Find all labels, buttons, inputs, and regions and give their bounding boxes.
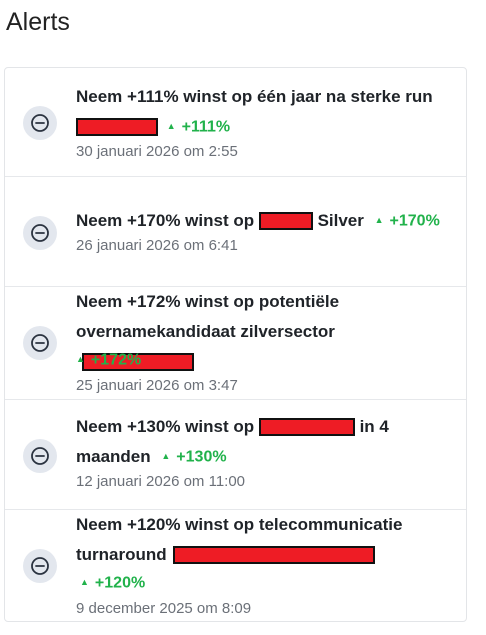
alert-date: 12 januari 2026 om 11:00 (76, 473, 246, 491)
gain-badge: ▲ +120% (80, 574, 145, 591)
alert-title-line: ▲ +120% (80, 567, 145, 597)
gain-value: +120% (94, 574, 146, 592)
gain-badge: ▲ +130% (161, 448, 226, 465)
alert-content: Neem +172% winst op potentiële overnamek… (76, 286, 454, 394)
gain-badge: ▲ +172% (76, 351, 141, 368)
gain-badge: ▲ +170% (375, 212, 440, 229)
gain-badge: ▲ +111% (167, 118, 230, 135)
page-title: Alerts (6, 8, 70, 36)
redacted-ticker (173, 545, 376, 564)
gain-value: +130% (176, 448, 227, 466)
alert-item[interactable]: Neem +170% winst op Silver ▲ +170% 26 jan… (5, 176, 466, 287)
minus-circle-icon (31, 334, 49, 352)
redacted-ticker (258, 417, 355, 436)
alert-title: Neem +111% winst op één jaar na sterke r… (76, 87, 433, 107)
minus-circle-icon (31, 224, 49, 242)
arrow-up-icon: ▲ (166, 120, 176, 131)
alert-content: Neem +111% winst op één jaar na sterke r… (76, 81, 454, 162)
alert-list: Neem +111% winst op één jaar na sterke r… (4, 67, 467, 622)
alert-title: Neem +172% winst op potentiële overnamek… (76, 292, 340, 342)
alert-title-line: ▲ +111% (76, 111, 454, 141)
alert-title-line: Neem +170% winst op Silver ▲ +170% (76, 205, 454, 235)
alert-date: 9 december 2025 om 8:09 (76, 600, 252, 617)
gain-value: +172% (90, 351, 142, 369)
alert-item[interactable]: Neem +130% winst op in 4 maanden ▲ +130% … (5, 399, 466, 510)
alert-title-line: Neem +130% winst op in 4 maanden ▲ +130% (76, 411, 406, 471)
arrow-up-icon: ▲ (374, 214, 384, 225)
redacted-ticker (258, 211, 313, 230)
minus-circle-icon (31, 114, 49, 132)
arrow-up-icon: ▲ (80, 576, 89, 587)
alert-item[interactable]: Neem +111% winst op één jaar na sterke r… (5, 68, 466, 177)
alert-title: Neem +170% winst op (76, 211, 255, 231)
alert-title: Neem +130% winst op (76, 417, 255, 437)
redacted-ticker (76, 117, 158, 136)
arrow-up-icon: ▲ (76, 353, 85, 364)
alert-date: 26 januari 2026 om 6:41 (76, 237, 238, 255)
alert-content: Neem +170% winst op Silver ▲ +170% 26 jan… (76, 205, 454, 256)
dismiss-alert-button[interactable] (23, 326, 57, 360)
gain-value: +111% (181, 118, 231, 136)
alert-title-line: Neem +111% winst op één jaar na sterke r… (76, 81, 454, 111)
gain-value: +170% (389, 212, 440, 230)
alert-item[interactable]: Neem +172% winst op potentiële overnamek… (5, 286, 466, 400)
minus-circle-icon (31, 447, 49, 465)
alert-content: Neem +130% winst op in 4 maanden ▲ +130% … (76, 411, 454, 492)
arrow-up-icon: ▲ (161, 450, 171, 461)
alert-title-line: Neem +120% winst op telecommunicatie tur… (76, 509, 416, 569)
dismiss-alert-button[interactable] (23, 106, 57, 140)
alert-date: 25 januari 2026 om 3:47 (76, 377, 238, 394)
alert-date: 30 januari 2026 om 2:55 (76, 143, 238, 161)
alert-title-suffix: Silver (317, 211, 364, 231)
dismiss-alert-button[interactable] (23, 439, 57, 473)
minus-circle-icon (31, 557, 49, 575)
alert-content: Neem +120% winst op telecommunicatie tur… (76, 509, 454, 617)
dismiss-alert-button[interactable] (23, 216, 57, 250)
alert-title-line: ▲ +172% (76, 344, 141, 374)
dismiss-alert-button[interactable] (23, 549, 57, 583)
alert-item[interactable]: Neem +120% winst op telecommunicatie tur… (5, 509, 466, 621)
